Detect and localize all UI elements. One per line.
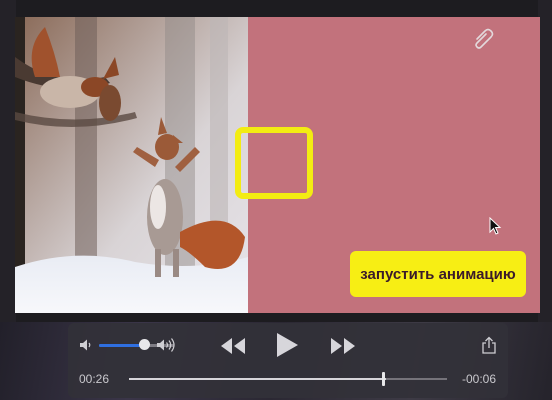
share-icon[interactable] [481, 336, 497, 354]
squirrels-photo [15, 17, 248, 313]
volume-slider-fill [99, 344, 143, 347]
start-animation-button[interactable]: запустить анимацию [350, 251, 526, 297]
time-elapsed: 00:26 [79, 372, 110, 386]
volume-slider-knob[interactable] [139, 339, 150, 350]
player-controls: 00:26 -00:06 [68, 323, 508, 398]
animated-rounded-frame [235, 127, 313, 199]
fast-forward-icon[interactable] [329, 335, 357, 357]
play-icon[interactable] [274, 331, 300, 359]
seek-bar[interactable] [129, 378, 447, 380]
paperclip-icon[interactable] [470, 25, 496, 51]
mouse-cursor-icon [489, 216, 503, 237]
volume-low-icon[interactable] [79, 338, 93, 352]
seek-bar-fill [129, 378, 386, 380]
seek-bar-knob[interactable] [382, 372, 385, 386]
volume-high-icon[interactable] [156, 337, 178, 353]
window-edge-right [538, 0, 552, 322]
rewind-icon[interactable] [219, 335, 247, 357]
time-remaining: -00:06 [461, 372, 496, 386]
video-frame[interactable]: запустить анимацию [15, 17, 540, 313]
window-edge-left [0, 0, 16, 322]
